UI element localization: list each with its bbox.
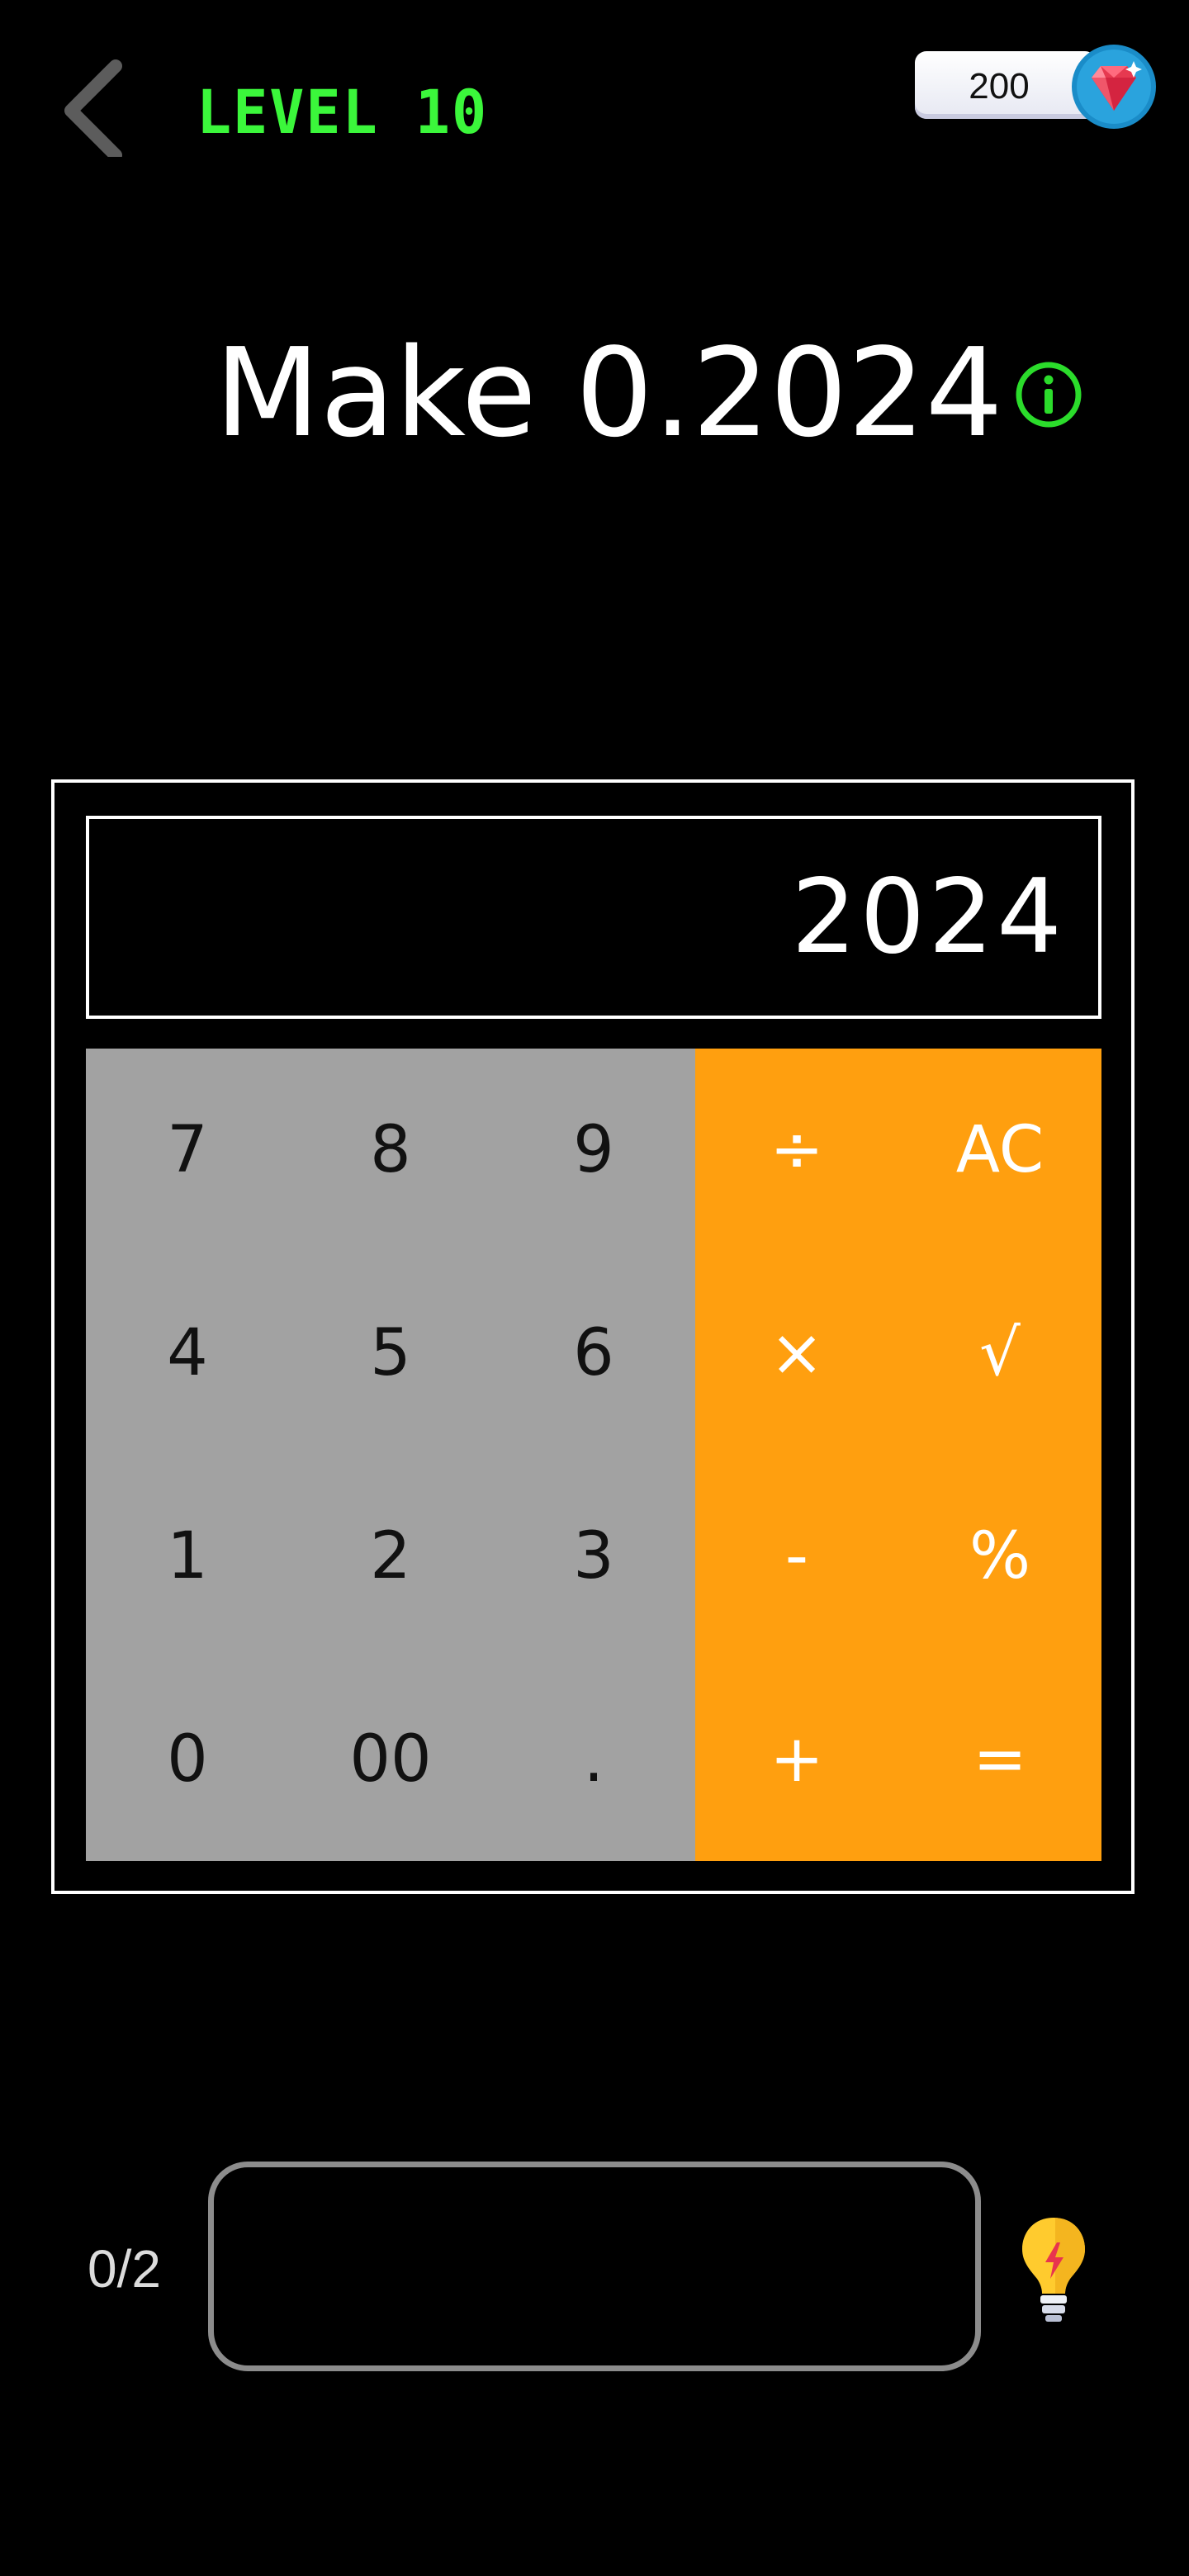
key-0[interactable]: 0 bbox=[86, 1658, 289, 1861]
answer-slot[interactable] bbox=[208, 2162, 981, 2371]
key-4[interactable]: 4 bbox=[86, 1252, 289, 1455]
key-equals[interactable]: = bbox=[898, 1658, 1101, 1861]
key-7[interactable]: 7 bbox=[86, 1049, 289, 1252]
ruby-gem-icon bbox=[1070, 43, 1158, 130]
key-5[interactable]: 5 bbox=[289, 1252, 492, 1455]
key-decimal[interactable]: . bbox=[492, 1658, 695, 1861]
key-3[interactable]: 3 bbox=[492, 1455, 695, 1658]
key-multiply[interactable]: × bbox=[695, 1252, 898, 1455]
info-button[interactable] bbox=[1014, 360, 1083, 429]
lightbulb-icon bbox=[1022, 2218, 1085, 2322]
key-double-zero[interactable]: 00 bbox=[289, 1658, 492, 1861]
target-heading: Make 0.2024 bbox=[215, 322, 1003, 464]
key-9[interactable]: 9 bbox=[492, 1049, 695, 1252]
key-6[interactable]: 6 bbox=[492, 1252, 695, 1455]
hint-button[interactable] bbox=[1017, 2213, 1090, 2325]
key-square-root[interactable]: √ bbox=[898, 1252, 1101, 1455]
level-title: LEVEL 10 bbox=[197, 76, 489, 149]
info-icon bbox=[1016, 362, 1082, 428]
key-divide[interactable]: ÷ bbox=[695, 1049, 898, 1252]
key-2[interactable]: 2 bbox=[289, 1455, 492, 1658]
gem-count: 200 bbox=[969, 66, 1030, 107]
key-8[interactable]: 8 bbox=[289, 1049, 492, 1252]
key-1[interactable]: 1 bbox=[86, 1455, 289, 1658]
progress-counter: 0/2 bbox=[88, 2239, 161, 2299]
keypad: 7 8 9 ÷ AC 4 5 6 × √ 1 2 3 - % 0 00 . + … bbox=[86, 1049, 1101, 1861]
key-add[interactable]: + bbox=[695, 1658, 898, 1861]
key-all-clear[interactable]: AC bbox=[898, 1049, 1101, 1252]
key-subtract[interactable]: - bbox=[695, 1455, 898, 1658]
display-value: 2024 bbox=[791, 858, 1065, 977]
key-percent[interactable]: % bbox=[898, 1455, 1101, 1658]
back-button[interactable] bbox=[58, 58, 132, 162]
chevron-left-icon bbox=[64, 59, 122, 162]
